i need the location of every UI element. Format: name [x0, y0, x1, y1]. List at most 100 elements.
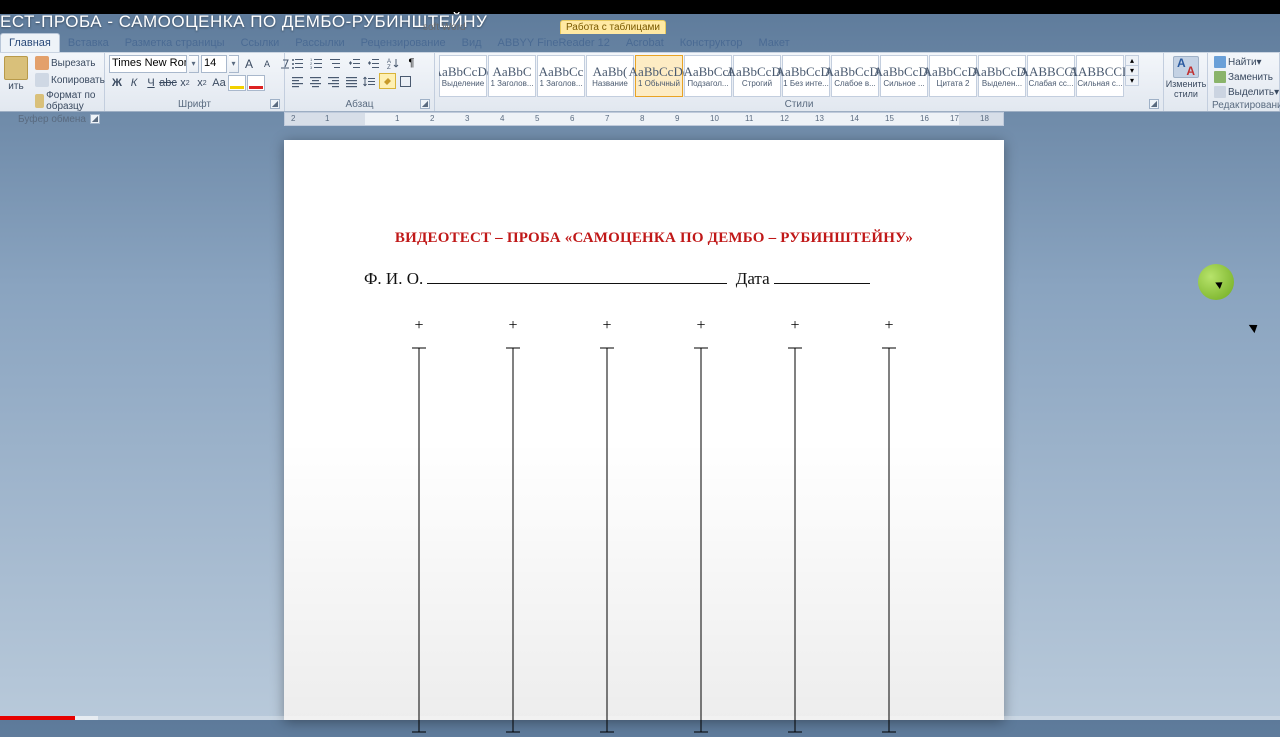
font-size-dd[interactable]: ▾ [229, 55, 239, 73]
ribbon: ить Вырезать Копировать Формат по образц… [0, 52, 1280, 112]
paste-button[interactable]: ить [4, 55, 28, 92]
superscript-button[interactable]: x2 [194, 75, 210, 91]
find-label: Найти [1228, 57, 1257, 68]
scale-3: + [599, 317, 615, 737]
copy-label: Копировать [51, 75, 105, 86]
bullets-button[interactable] [289, 55, 306, 71]
scale-line [599, 347, 615, 737]
doc-info-line: Ф. И. О. Дата [364, 269, 944, 289]
style-1заголов[interactable]: AaBbCc1 Заголов... [537, 55, 585, 97]
style-сильнаяс[interactable]: AABBCCDСильная с... [1076, 55, 1124, 97]
svg-text:Z: Z [387, 65, 391, 70]
table-tools-tab[interactable]: Работа с таблицами [560, 20, 666, 34]
tab-макет[interactable]: Макет [750, 34, 797, 52]
font-name-dd[interactable]: ▾ [189, 55, 199, 73]
highlighted-cursor-icon [1198, 264, 1234, 300]
fio-label: Ф. И. О. [364, 269, 423, 288]
date-blank [774, 270, 870, 284]
grow-font-button[interactable]: A [241, 56, 257, 72]
change-styles-button[interactable]: Изменить стили [1168, 55, 1204, 99]
bold-button[interactable]: Ж [109, 75, 125, 91]
font-size-select[interactable]: 14 [201, 55, 227, 73]
style-1безинте[interactable]: AaBbCcDd1 Без инте... [782, 55, 830, 97]
paste-icon [4, 56, 28, 80]
align-center-button[interactable] [307, 73, 324, 89]
style-1обычный[interactable]: AaBbCcDd1 Обычный [635, 55, 683, 97]
ruler-tick: 14 [850, 114, 859, 123]
line-spacing-button[interactable] [361, 73, 378, 89]
style-label: Слабая сс... [1028, 79, 1074, 88]
tab-abbyy-finereader-12[interactable]: ABBYY FineReader 12 [490, 34, 618, 52]
styles-dialog-launcher[interactable]: ◢ [1149, 99, 1159, 109]
format-painter-label: Формат по образцу [46, 90, 105, 112]
tab-разметка-страницы[interactable]: Разметка страницы [117, 34, 233, 52]
subscript-button[interactable]: x2 [177, 75, 193, 91]
cut-button[interactable]: Вырезать [32, 55, 108, 71]
style-название[interactable]: AaBb(Название [586, 55, 634, 97]
group-styles: AaBbCcDdВыделениеAaBbC1 Заголов...AaBbCc… [435, 53, 1164, 111]
styles-more-button[interactable]: ▴▾▾ [1125, 55, 1139, 86]
replace-button[interactable]: Заменить [1212, 70, 1280, 84]
font-color-button[interactable] [247, 75, 265, 91]
shading-button[interactable] [379, 73, 396, 89]
tab-рассылки[interactable]: Рассылки [287, 34, 352, 52]
scales-row: ++++++ [364, 317, 944, 737]
style-сильное[interactable]: AaBbCcDdСильное ... [880, 55, 928, 97]
shrink-font-button[interactable]: A [259, 56, 275, 72]
align-right-button[interactable] [325, 73, 342, 89]
style-1заголов[interactable]: AaBbC1 Заголов... [488, 55, 536, 97]
svg-text:3: 3 [310, 65, 313, 70]
decrease-indent-button[interactable] [346, 55, 363, 71]
scale-plus-icon: + [508, 317, 517, 335]
horizontal-ruler[interactable]: 21123456789101112131415161718 [284, 112, 1004, 126]
tab-вид[interactable]: Вид [454, 34, 490, 52]
paragraph-dialog-launcher[interactable]: ◢ [420, 99, 430, 109]
ruler-tick: 2 [291, 114, 295, 123]
scale-line [411, 347, 427, 737]
underline-button[interactable]: Ч [143, 75, 159, 91]
numbering-button[interactable]: 123 [308, 55, 325, 71]
copy-button[interactable]: Копировать [32, 72, 108, 88]
align-left-button[interactable] [289, 73, 306, 89]
scissors-icon [35, 56, 49, 70]
style-слабоев[interactable]: AaBbCcDdСлабое в... [831, 55, 879, 97]
font-name-select[interactable]: Times New Roman [109, 55, 187, 73]
format-painter-button[interactable]: Формат по образцу [32, 89, 108, 113]
style-выделение[interactable]: AaBbCcDdВыделение [439, 55, 487, 97]
scale-plus-icon: + [884, 317, 893, 335]
ruler-tick: 17 [950, 114, 959, 123]
group-editing-title: Редактирование [1212, 100, 1280, 111]
tab-вставка[interactable]: Вставка [60, 34, 117, 52]
ruler-tick: 9 [675, 114, 679, 123]
ruler-tick: 11 [745, 114, 753, 123]
tab-ссылки[interactable]: Ссылки [233, 34, 288, 52]
group-font-title: Шрифт [178, 99, 211, 110]
select-button[interactable]: Выделить ▾ [1212, 85, 1280, 99]
scale-plus-icon: + [790, 317, 799, 335]
sort-button[interactable]: AZ [384, 55, 401, 71]
style-подзагол[interactable]: AaBbCcIПодзагол... [684, 55, 732, 97]
change-case-button[interactable]: Aa [211, 75, 227, 91]
document-page[interactable]: ВИДЕОТЕСТ – ПРОБА «САМОЦЕНКА ПО ДЕМБО – … [284, 140, 1004, 720]
font-dialog-launcher[interactable]: ◢ [270, 99, 280, 109]
justify-button[interactable] [343, 73, 360, 89]
strikethrough-button[interactable]: abc [160, 75, 176, 91]
fio-blank [427, 270, 727, 284]
increase-indent-button[interactable] [365, 55, 382, 71]
multilevel-button[interactable] [327, 55, 344, 71]
scale-line [787, 347, 803, 737]
doc-title: ВИДЕОТЕСТ – ПРОБА «САМОЦЕНКА ПО ДЕМБО – … [364, 230, 944, 247]
italic-button[interactable]: К [126, 75, 142, 91]
find-button[interactable]: Найти ▾ [1212, 55, 1280, 69]
ruler-tick: 12 [780, 114, 789, 123]
ruler-tick: 13 [815, 114, 824, 123]
highlight-color-button[interactable] [228, 75, 246, 91]
style-строгий[interactable]: AaBbCcDdСтрогий [733, 55, 781, 97]
style-цитата2[interactable]: AaBbCcDdЦитата 2 [929, 55, 977, 97]
tab-конструктор[interactable]: Конструктор [672, 34, 751, 52]
tab-acrobat[interactable]: Acrobat [618, 34, 672, 52]
tab-главная[interactable]: Главная [0, 33, 60, 52]
show-marks-button[interactable]: ¶ [403, 55, 420, 71]
tab-рецензирование[interactable]: Рецензирование [353, 34, 454, 52]
borders-button[interactable] [397, 73, 414, 89]
